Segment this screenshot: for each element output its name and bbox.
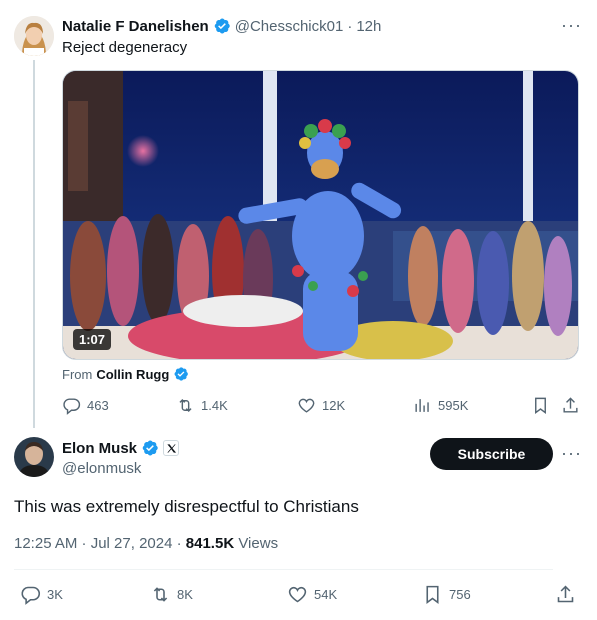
author-handle[interactable]: @elonmusk [62,460,141,477]
x-affiliate-badge-icon [163,440,180,456]
post-meta: 12:25 AM · Jul 27, 2024 · 841.5K Views [14,535,278,552]
views-count: 595K [438,398,469,413]
verified-badge-icon [214,18,230,34]
avatar-elon-image [14,437,54,477]
separator: · [347,17,353,35]
verified-badge-icon [174,367,189,381]
like-button[interactable]: 12K [297,396,345,415]
repost-count: 1.4K [201,398,228,413]
like-count: 54K [314,587,338,602]
from-author[interactable]: Collin Rugg [96,367,169,382]
views-icon [415,399,429,412]
reply-button[interactable]: 3K [20,584,63,605]
more-options-icon[interactable]: ··· [561,444,582,462]
subscribe-button[interactable]: Subscribe [430,438,553,470]
repost-count: 8K [177,587,193,602]
quoted-text: Reject degeneracy [62,39,188,56]
author-handle[interactable]: @Chesschick01 [235,18,344,35]
video-player[interactable]: 1:07 [62,70,579,360]
heart-icon [298,398,315,413]
attribution: From Collin Rugg [62,366,189,382]
repost-icon [153,587,168,602]
reply-count: 3K [47,587,63,602]
share-icon [563,397,578,413]
thread-line [33,60,35,428]
author-name[interactable]: Natalie F Danelishen [62,18,209,35]
avatar-natalie[interactable] [14,16,54,56]
views-label: Views [234,535,279,552]
from-label: From [62,366,93,382]
bookmark-icon [535,397,546,415]
repost-button[interactable]: 8K [150,584,193,605]
like-button[interactable]: 54K [287,584,337,605]
share-button[interactable] [561,396,580,415]
heart-icon [288,586,307,603]
repost-button[interactable]: 1.4K [176,396,228,415]
post-header: Elon Musk [62,439,180,457]
views-button[interactable]: 595K [413,396,468,415]
share-icon [557,585,574,603]
bookmark-count: 756 [449,587,471,602]
like-count: 12K [322,398,346,413]
repost-icon [179,398,192,413]
video-thumbnail [63,71,578,359]
verified-badge-icon [142,440,158,456]
reply-icon [63,398,81,415]
more-options-icon[interactable]: ··· [561,16,582,34]
post-timestamp[interactable]: 12:25 AM · Jul 27, 2024 · [14,535,186,552]
divider [14,569,553,570]
bookmark-button[interactable] [531,396,550,415]
views-count: 841.5K [185,535,235,552]
author-name[interactable]: Elon Musk [62,440,137,457]
bookmark-icon [426,585,439,604]
post-time[interactable]: 12h [356,18,381,35]
bookmark-button[interactable]: 756 [422,584,471,605]
avatar-natalie-image [14,16,54,56]
avatar-elon[interactable] [14,437,54,477]
post-text: This was extremely disrespectful to Chri… [14,497,359,516]
quoted-header: Natalie F Danelishen @Chesschick01 · 12h [62,17,381,35]
reply-button[interactable]: 463 [62,396,109,415]
video-duration-badge: 1:07 [73,329,112,350]
share-button[interactable] [555,584,576,605]
reply-count: 463 [87,398,109,413]
reply-icon [21,586,41,605]
